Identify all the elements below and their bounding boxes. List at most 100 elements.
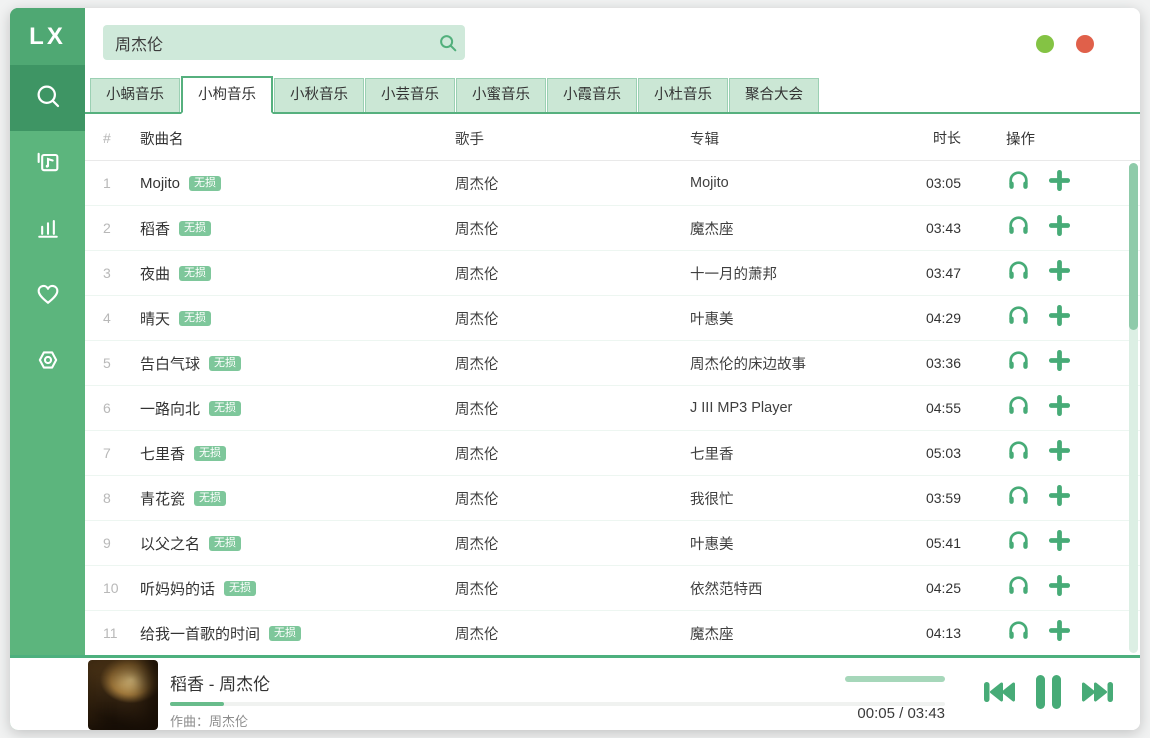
song-name: 听妈妈的话 [140, 578, 215, 599]
source-tab[interactable]: 小枸音乐 [181, 76, 273, 114]
listen-button[interactable] [1006, 483, 1031, 513]
search-icon[interactable] [431, 32, 465, 54]
headphone-icon [1006, 528, 1031, 558]
song-album: Mojito [690, 175, 915, 191]
table-row[interactable]: 9 以父之名 无损 周杰伦 叶惠美 05:41 [85, 521, 1140, 566]
song-name: 七里香 [140, 443, 185, 464]
song-duration: 03:05 [915, 175, 961, 191]
now-playing-composer: 作曲：周杰伦 [170, 711, 248, 730]
plus-icon [1048, 484, 1071, 512]
listen-button[interactable] [1006, 303, 1031, 333]
row-index: 10 [103, 580, 140, 596]
sidebar: LX [10, 8, 85, 730]
search-input[interactable] [103, 34, 431, 52]
add-button[interactable] [1048, 439, 1071, 467]
headphone-icon [1006, 573, 1031, 603]
sidebar-item-settings[interactable] [10, 329, 85, 395]
listen-button[interactable] [1006, 213, 1031, 243]
headphone-icon [1006, 303, 1031, 333]
row-index: 2 [103, 220, 140, 236]
song-album: 魔杰座 [690, 623, 915, 644]
source-tab[interactable]: 小蜗音乐 [90, 78, 180, 112]
song-name: 以父之名 [140, 533, 200, 554]
plus-icon [1048, 529, 1071, 557]
table-row[interactable]: 3 夜曲 无损 周杰伦 十一月的萧邦 03:47 [85, 251, 1140, 296]
song-name: 一路向北 [140, 398, 200, 419]
previous-button[interactable] [981, 676, 1018, 713]
source-tab[interactable]: 小秋音乐 [274, 78, 364, 112]
sidebar-item-favorites[interactable] [10, 263, 85, 329]
song-name: 给我一首歌的时间 [140, 623, 260, 644]
add-button[interactable] [1048, 169, 1071, 197]
table-row[interactable]: 1 Mojito 无损 周杰伦 Mojito 03:05 [85, 161, 1140, 206]
skip-next-icon [1079, 676, 1116, 713]
album-art[interactable] [88, 660, 158, 730]
progress-bar[interactable] [170, 702, 945, 706]
quality-badge: 无损 [224, 581, 256, 596]
close-button[interactable] [1076, 35, 1094, 53]
listen-button[interactable] [1006, 528, 1031, 558]
table-row[interactable]: 4 晴天 无损 周杰伦 叶惠美 04:29 [85, 296, 1140, 341]
volume-slider[interactable] [845, 676, 945, 682]
headphone-icon [1006, 393, 1031, 423]
add-button[interactable] [1048, 484, 1071, 512]
source-tab[interactable]: 小蜜音乐 [456, 78, 546, 112]
table-header: # 歌曲名 歌手 专辑 时长 操作 [85, 116, 1140, 161]
table-scrollbar-track[interactable] [1129, 163, 1138, 653]
listen-button[interactable] [1006, 258, 1031, 288]
sidebar-item-my-music[interactable] [10, 131, 85, 197]
quality-badge: 无损 [179, 221, 211, 236]
table-scrollbar-thumb[interactable] [1129, 163, 1138, 330]
song-artist: 周杰伦 [455, 173, 690, 194]
song-artist: 周杰伦 [455, 218, 690, 239]
source-tab[interactable]: 小杜音乐 [638, 78, 728, 112]
listen-button[interactable] [1006, 573, 1031, 603]
quality-badge: 无损 [194, 446, 226, 461]
table-row[interactable]: 7 七里香 无损 周杰伦 七里香 05:03 [85, 431, 1140, 476]
add-button[interactable] [1048, 304, 1071, 332]
add-button[interactable] [1048, 574, 1071, 602]
table-row[interactable]: 11 给我一首歌的时间 无损 周杰伦 魔杰座 04:13 [85, 611, 1140, 655]
listen-button[interactable] [1006, 393, 1031, 423]
source-tab[interactable]: 聚合大会 [729, 78, 819, 112]
listen-button[interactable] [1006, 438, 1031, 468]
row-index: 4 [103, 310, 140, 326]
add-button[interactable] [1048, 394, 1071, 422]
song-artist: 周杰伦 [455, 353, 690, 374]
song-album: 七里香 [690, 443, 915, 464]
table-row[interactable]: 10 听妈妈的话 无损 周杰伦 依然范特西 04:25 [85, 566, 1140, 611]
song-duration: 04:55 [915, 400, 961, 416]
add-button[interactable] [1048, 259, 1071, 287]
pause-button[interactable] [1034, 673, 1063, 716]
headphone-icon [1006, 483, 1031, 513]
song-name: 稻香 [140, 218, 170, 239]
source-tabbar: 小蜗音乐 小枸音乐 小秋音乐 小芸音乐 小蜜音乐 小霞音乐 小杜音乐 聚合大会 [85, 78, 1140, 114]
listen-button[interactable] [1006, 348, 1031, 378]
bar-chart-icon [34, 214, 62, 247]
next-button[interactable] [1079, 676, 1116, 713]
row-index: 5 [103, 355, 140, 371]
sidebar-item-search[interactable] [10, 65, 85, 131]
listen-button[interactable] [1006, 168, 1031, 198]
table-row[interactable]: 8 青花瓷 无损 周杰伦 我很忙 03:59 [85, 476, 1140, 521]
source-tab[interactable]: 小芸音乐 [365, 78, 455, 112]
add-button[interactable] [1048, 529, 1071, 557]
listen-button[interactable] [1006, 618, 1031, 648]
music-list-icon [34, 148, 62, 181]
song-duration: 04:13 [915, 625, 961, 641]
table-row[interactable]: 6 一路向北 无损 周杰伦 J III MP3 Player 04:55 [85, 386, 1140, 431]
plus-icon [1048, 304, 1071, 332]
plus-icon [1048, 394, 1071, 422]
minimize-button[interactable] [1036, 35, 1054, 53]
table-row[interactable]: 2 稻香 无损 周杰伦 魔杰座 03:43 [85, 206, 1140, 251]
song-duration: 03:36 [915, 355, 961, 371]
song-album: 依然范特西 [690, 578, 915, 599]
add-button[interactable] [1048, 349, 1071, 377]
sidebar-item-leaderboard[interactable] [10, 197, 85, 263]
table-row[interactable]: 5 告白气球 无损 周杰伦 周杰伦的床边故事 03:36 [85, 341, 1140, 386]
source-tab[interactable]: 小霞音乐 [547, 78, 637, 112]
gear-icon [34, 346, 62, 379]
headphone-icon [1006, 213, 1031, 243]
add-button[interactable] [1048, 214, 1071, 242]
add-button[interactable] [1048, 619, 1071, 647]
